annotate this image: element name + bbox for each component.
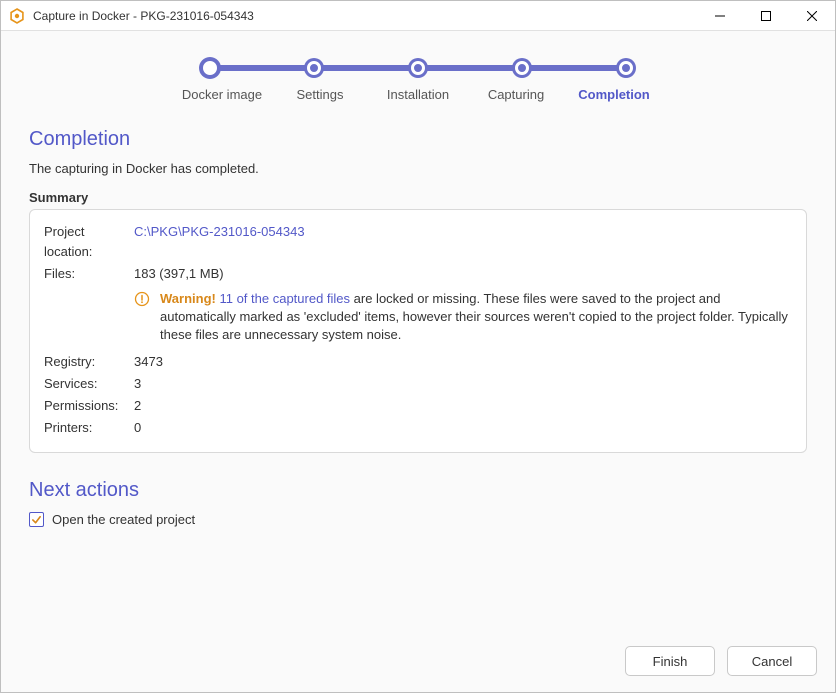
cancel-button[interactable]: Cancel: [727, 646, 817, 676]
window-title: Capture in Docker - PKG-231016-054343: [33, 9, 697, 23]
step-dot-capturing: [515, 61, 529, 75]
step-label-settings: Settings: [271, 87, 369, 102]
files-value: 183 (397,1 MB): [134, 264, 792, 284]
printers-label: Printers:: [44, 418, 134, 438]
step-label-capturing: Capturing: [467, 87, 565, 102]
project-location-label: Project location:: [44, 222, 134, 262]
files-row: Files: 183 (397,1 MB): [44, 264, 792, 284]
summary-box: Project location: C:\PKG\PKG-231016-0543…: [29, 209, 807, 453]
files-label: Files:: [44, 264, 134, 284]
printers-value: 0: [134, 418, 792, 438]
warning-text: Warning! 11 of the captured files are lo…: [160, 290, 792, 344]
warning-files-link[interactable]: 11 of the captured files: [219, 291, 350, 306]
registry-label: Registry:: [44, 352, 134, 372]
window: Capture in Docker - PKG-231016-054343: [0, 0, 836, 693]
step-label-docker-image: Docker image: [173, 87, 271, 102]
services-label: Services:: [44, 374, 134, 394]
finish-button[interactable]: Finish: [625, 646, 715, 676]
registry-value: 3473: [134, 352, 792, 372]
app-icon: [9, 8, 25, 24]
services-value: 3: [134, 374, 792, 394]
client-area: Docker image Settings Installation Captu…: [1, 31, 835, 692]
step-dot-settings: [307, 61, 321, 75]
close-button[interactable]: [789, 1, 835, 30]
permissions-label: Permissions:: [44, 396, 134, 416]
permissions-value: 2: [134, 396, 792, 416]
footer: Finish Cancel: [1, 646, 835, 676]
next-actions-heading: Next actions: [29, 479, 807, 502]
project-location-row: Project location: C:\PKG\PKG-231016-0543…: [44, 222, 792, 262]
maximize-button[interactable]: [743, 1, 789, 30]
warning-word: Warning!: [160, 291, 216, 306]
warning-row: Warning! 11 of the captured files are lo…: [134, 290, 792, 344]
open-project-checkbox[interactable]: [29, 512, 44, 527]
stepper: Docker image Settings Installation Captu…: [1, 31, 835, 108]
window-controls: [697, 1, 835, 30]
services-row: Services: 3: [44, 374, 792, 394]
next-actions-section: Next actions Open the created project: [29, 479, 807, 527]
step-dot-docker-image: [203, 61, 217, 75]
registry-row: Registry: 3473: [44, 352, 792, 372]
warning-icon: [134, 291, 150, 310]
step-label-completion: Completion: [565, 87, 663, 102]
titlebar: Capture in Docker - PKG-231016-054343: [1, 1, 835, 31]
minimize-button[interactable]: [697, 1, 743, 30]
step-label-installation: Installation: [369, 87, 467, 102]
content: Completion The capturing in Docker has c…: [1, 108, 835, 646]
open-project-label: Open the created project: [52, 512, 195, 527]
open-project-checkbox-row: Open the created project: [29, 512, 807, 527]
summary-label: Summary: [29, 190, 807, 205]
step-dot-installation: [411, 61, 425, 75]
step-dot-completion: [619, 61, 633, 75]
page-subtext: The capturing in Docker has completed.: [29, 161, 807, 176]
permissions-row: Permissions: 2: [44, 396, 792, 416]
page-heading: Completion: [29, 128, 807, 151]
printers-row: Printers: 0: [44, 418, 792, 438]
project-location-link[interactable]: C:\PKG\PKG-231016-054343: [134, 224, 305, 239]
